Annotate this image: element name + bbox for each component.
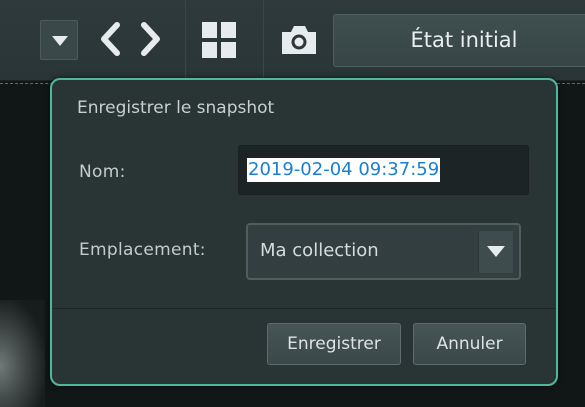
- toolbar: État initial: [0, 0, 585, 81]
- dialog-title: Enregistrer le snapshot: [77, 98, 275, 118]
- app-window: État initial Enregistrer le snapshot Nom…: [0, 0, 585, 407]
- name-label: Nom:: [79, 162, 126, 182]
- toolbar-separator: [263, 0, 264, 80]
- chevron-down-icon[interactable]: [478, 231, 513, 273]
- name-field[interactable]: 2019-02-04 09:37:59: [238, 145, 529, 195]
- location-label: Emplacement:: [79, 240, 206, 260]
- camera-icon[interactable]: [279, 24, 319, 56]
- toolbar-separator: [185, 0, 186, 80]
- name-field-value: 2019-02-04 09:37:59: [247, 158, 441, 182]
- initial-state-button[interactable]: État initial: [333, 14, 585, 67]
- cancel-button[interactable]: Annuler: [413, 323, 526, 365]
- chevron-left-icon[interactable]: [95, 17, 125, 61]
- chevron-right-icon[interactable]: [136, 17, 166, 61]
- location-select[interactable]: Ma collection: [246, 223, 521, 280]
- dialog-divider: [52, 308, 556, 309]
- chevron-down-icon[interactable]: [40, 20, 78, 60]
- save-button[interactable]: Enregistrer: [267, 323, 401, 365]
- location-select-value: Ma collection: [260, 240, 379, 261]
- background-image-fragment: [0, 300, 45, 407]
- grid-layout-icon[interactable]: [202, 22, 236, 58]
- save-snapshot-dialog: Enregistrer le snapshot Nom: 2019-02-04 …: [50, 78, 558, 386]
